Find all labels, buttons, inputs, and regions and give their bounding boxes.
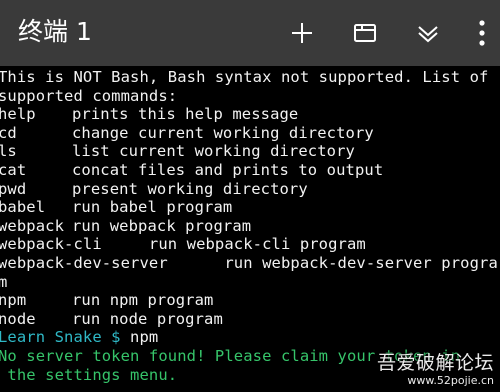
command-description: run babel program bbox=[72, 198, 233, 217]
command-row: pwd present working directory bbox=[0, 180, 500, 199]
collapse-button[interactable] bbox=[408, 13, 448, 53]
watermark-url: www.52pojie.cn bbox=[407, 374, 494, 387]
command-name: node bbox=[0, 309, 36, 328]
command-row: cat concat files and prints to output bbox=[0, 161, 500, 180]
more-vertical-icon bbox=[479, 20, 485, 46]
command-row: npm run npm program bbox=[0, 291, 500, 310]
command-description: run node program bbox=[72, 309, 223, 328]
command-description: prints this help message bbox=[72, 105, 299, 124]
new-tab-button[interactable] bbox=[282, 13, 322, 53]
shell-prompt: Learn Snake $ bbox=[0, 328, 121, 347]
command-description: list current working directory bbox=[72, 142, 355, 161]
command-description: present working directory bbox=[72, 179, 308, 198]
command-row: help prints this help message bbox=[0, 105, 500, 124]
title-bar: 终端 1 bbox=[0, 0, 500, 66]
command-row: node run node program bbox=[0, 310, 500, 329]
command-row: cd change current working directory bbox=[0, 124, 500, 143]
intro-line: supported commands: bbox=[0, 86, 178, 105]
command-row: webpack run webpack program bbox=[0, 217, 500, 236]
window-icon bbox=[354, 24, 376, 42]
command-description: concat files and prints to output bbox=[72, 160, 384, 179]
command-name: ls bbox=[0, 142, 17, 161]
overflow-menu-button[interactable] bbox=[465, 13, 499, 53]
command-description: run npm program bbox=[72, 291, 214, 310]
command-description: run webpack program bbox=[72, 216, 252, 235]
command-row: webpack-cli run webpack-cli program bbox=[0, 235, 366, 254]
command-name: cat bbox=[0, 160, 27, 179]
command-name: npm bbox=[0, 291, 27, 310]
command-name: babel bbox=[0, 198, 46, 217]
command-row: webpack-dev-server run webpack-dev-serve… bbox=[0, 253, 498, 272]
command-row: babel run babel program bbox=[0, 198, 500, 217]
intro-line: This is NOT Bash, Bash syntax not suppor… bbox=[0, 68, 489, 86]
plus-icon bbox=[292, 23, 312, 43]
command-name: help bbox=[0, 105, 36, 124]
watermark: 吾爱破解论坛 www.52pojie.cn bbox=[377, 352, 494, 388]
terminal-output[interactable]: This is NOT Bash, Bash syntax not suppor… bbox=[0, 68, 500, 392]
command-row: ls list current working directory bbox=[0, 142, 500, 161]
double-chevron-down-icon bbox=[418, 26, 438, 43]
command-name: webpack bbox=[0, 216, 65, 235]
terminal-title: 终端 1 bbox=[18, 17, 92, 46]
watermark-site-name: 吾爱破解论坛 bbox=[376, 352, 494, 374]
windows-button[interactable] bbox=[345, 13, 385, 53]
command-name: cd bbox=[0, 123, 17, 142]
prompt-line: Learn Snake $ npm bbox=[0, 328, 500, 347]
command-name: pwd bbox=[0, 179, 27, 198]
wrapped-line: m bbox=[0, 272, 8, 291]
command-description: change current working directory bbox=[72, 123, 374, 142]
entered-command: npm bbox=[120, 328, 159, 347]
